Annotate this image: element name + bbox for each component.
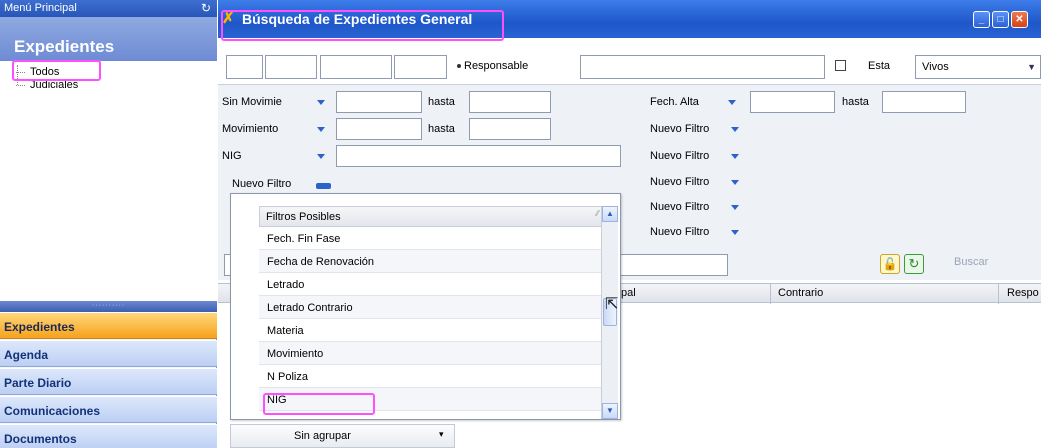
folder-tree: Todos Judiciales <box>0 61 217 301</box>
popup-header: Filtros Posibles ⁄⁄ <box>259 206 604 227</box>
option-movimiento[interactable]: Movimiento <box>259 342 604 365</box>
main-menu-header: Menú Principal ↻ <box>0 0 217 17</box>
highlight-todos <box>12 60 101 81</box>
popup-title: Filtros Posibles <box>266 211 341 223</box>
nav-button-expedientes[interactable]: Expedientes <box>0 312 217 339</box>
filter-arrow-icon[interactable] <box>731 205 739 210</box>
column-responsable[interactable]: Respo <box>1007 287 1039 299</box>
scroll-down-icon[interactable]: ▼ <box>602 403 618 419</box>
filter-label-sin-movimiento: Sin Movimie <box>222 96 282 108</box>
nig-input[interactable] <box>336 145 621 167</box>
buscar-button[interactable]: Buscar <box>954 256 988 268</box>
responsable-input[interactable] <box>580 55 825 79</box>
esta-label: Esta <box>868 60 891 72</box>
nav-button-documentos[interactable]: Documentos <box>0 424 217 448</box>
hasta-label: hasta <box>428 96 455 108</box>
criteria-field-1[interactable] <box>226 55 263 79</box>
movimiento-to[interactable] <box>469 118 551 140</box>
criteria-row: Responsable Esta Vivos ▼ <box>218 46 1041 79</box>
filter-label-fech-alta: Fech. Alta <box>650 96 699 108</box>
sidebar-splitter[interactable]: ·········· <box>0 301 217 312</box>
filter-options-list: Fech. Fin Fase Fecha de Renovación Letra… <box>259 227 604 419</box>
hasta-label: hasta <box>428 123 455 135</box>
filtros-posibles-popup: Filtros Posibles ⁄⁄ Fech. Fin Fase Fecha… <box>230 193 621 420</box>
radio-dot-icon[interactable] <box>457 64 461 68</box>
estado-select[interactable]: Vivos ▼ <box>915 55 1041 79</box>
minimize-button[interactable]: _ <box>973 11 990 28</box>
filter-arrow-icon[interactable] <box>731 154 739 159</box>
nav-button-comunicaciones[interactable]: Comunicaciones <box>0 396 217 423</box>
fech-alta-from[interactable] <box>750 91 835 113</box>
criteria-field-2[interactable] <box>265 55 317 79</box>
option-fech-fin-fase[interactable]: Fech. Fin Fase <box>259 227 604 250</box>
nav-button-agenda[interactable]: Agenda <box>0 340 217 367</box>
nuevo-filtro-right-2[interactable]: Nuevo Filtro <box>650 149 709 163</box>
filter-label-nig: NIG <box>222 150 242 162</box>
group-by-select[interactable]: Sin agrupar ▾ <box>230 424 455 448</box>
refresh-icon[interactable]: ↻ <box>199 1 213 15</box>
criteria-field-3[interactable] <box>320 55 392 79</box>
criteria-field-4[interactable] <box>394 55 447 79</box>
filter-arrow-icon[interactable] <box>731 180 739 185</box>
main-menu-label: Menú Principal <box>4 2 77 14</box>
movimiento-from[interactable] <box>336 118 422 140</box>
group-by-value: Sin agrupar <box>294 430 351 442</box>
filter-label-nuevo-filtro: Nuevo Filtro <box>232 178 292 190</box>
nuevo-filtro-right-1[interactable]: Nuevo Filtro <box>650 122 709 136</box>
option-letrado-contrario[interactable]: Letrado Contrario <box>259 296 604 319</box>
filter-label-movimiento: Movimiento <box>222 123 279 135</box>
filter-arrow-icon[interactable] <box>317 127 325 132</box>
mouse-cursor-icon: ⇱ <box>605 296 619 313</box>
maximize-button[interactable]: □ <box>992 11 1009 28</box>
option-letrado[interactable]: Letrado <box>259 273 604 296</box>
filter-arrow-icon[interactable] <box>317 100 325 105</box>
chevron-down-icon: ▼ <box>1027 62 1036 72</box>
filter-arrow-icon[interactable] <box>731 127 739 132</box>
highlight-nig <box>263 393 375 415</box>
esta-checkbox[interactable] <box>835 60 846 71</box>
main-menu-sidebar: Menú Principal ↻ Expedientes Todos Judic… <box>0 0 217 448</box>
estado-value: Vivos <box>922 61 949 73</box>
option-n-poliza[interactable]: N Poliza <box>259 365 604 388</box>
filter-arrow-icon[interactable] <box>317 154 325 159</box>
column-contrario[interactable]: Contrario <box>778 287 823 299</box>
responsable-label: Responsable <box>464 60 529 72</box>
fech-alta-to[interactable] <box>882 91 966 113</box>
filter-arrow-icon[interactable] <box>731 230 739 235</box>
nav-button-parte-diario[interactable]: Parte Diario <box>0 368 217 395</box>
lock-icon[interactable]: 🔓 <box>880 254 900 274</box>
chevron-down-icon: ▾ <box>439 429 444 439</box>
option-fecha-renovacion[interactable]: Fecha de Renovación <box>259 250 604 273</box>
scroll-up-icon[interactable]: ▲ <box>602 206 618 222</box>
resize-grip-icon[interactable]: ⁄⁄ <box>596 209 599 218</box>
filter-toggle-icon[interactable] <box>316 183 331 189</box>
nuevo-filtro-right-5[interactable]: Nuevo Filtro <box>650 225 709 239</box>
sin-movimiento-to[interactable] <box>469 91 551 113</box>
close-button[interactable]: ✕ <box>1011 11 1028 28</box>
hasta-label: hasta <box>842 96 869 108</box>
nuevo-filtro-right-3[interactable]: Nuevo Filtro <box>650 175 709 189</box>
highlight-title <box>221 10 504 41</box>
option-materia[interactable]: Materia <box>259 319 604 342</box>
reload-icon[interactable]: ↻ <box>904 254 924 274</box>
sin-movimiento-from[interactable] <box>336 91 422 113</box>
filter-arrow-icon[interactable] <box>728 100 736 105</box>
nuevo-filtro-right-4[interactable]: Nuevo Filtro <box>650 200 709 214</box>
section-title: Expedientes <box>0 17 217 61</box>
